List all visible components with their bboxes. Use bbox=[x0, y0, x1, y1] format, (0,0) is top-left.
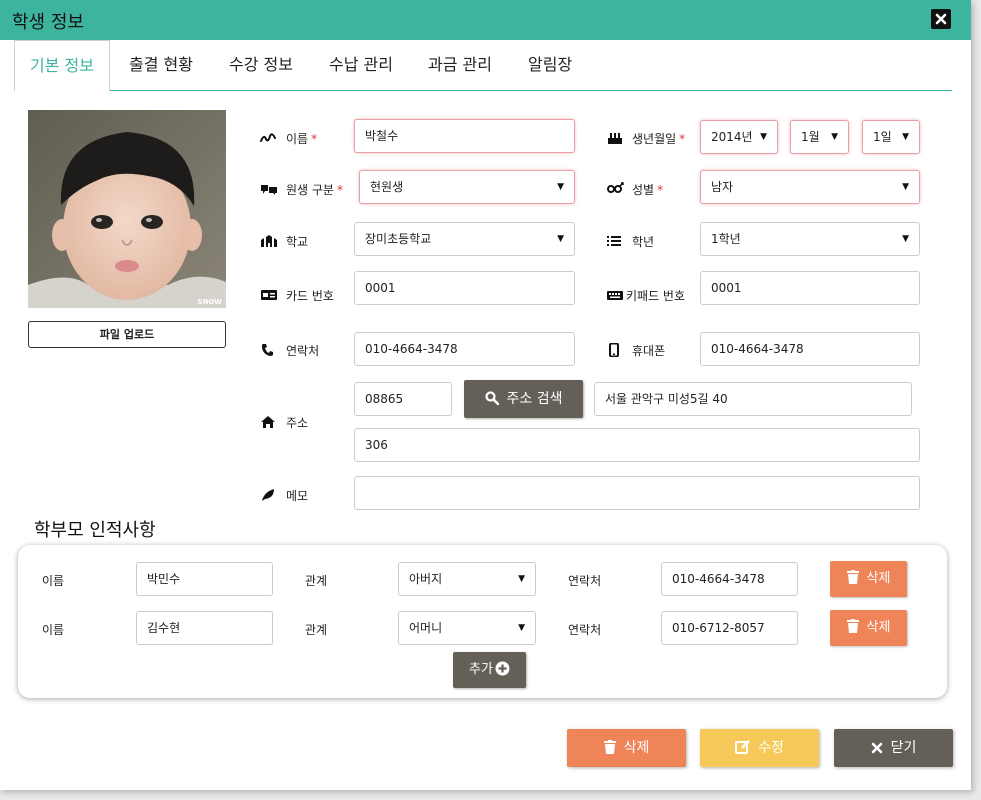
memo-label: 메모 bbox=[260, 487, 308, 504]
parent-name-input[interactable]: 박민수 bbox=[136, 562, 273, 596]
birth-year-select[interactable]: 2014년 ▼ bbox=[700, 120, 778, 154]
gender-icon bbox=[606, 182, 624, 196]
parent-name-label: 이름 bbox=[42, 574, 65, 588]
card-number-input[interactable]: 0001 bbox=[354, 271, 575, 305]
keypad-number-input[interactable]: 0001 bbox=[700, 271, 920, 305]
phone-icon bbox=[260, 343, 278, 357]
home-icon bbox=[260, 415, 278, 429]
school-select[interactable]: 장미초등학교 ▼ bbox=[354, 222, 575, 256]
grade-select[interactable]: 1학년 ▼ bbox=[700, 222, 920, 256]
birth-month-select[interactable]: 1월 ▼ bbox=[790, 120, 849, 154]
edit-button[interactable]: 수정 bbox=[700, 729, 819, 767]
title-bar: 학생 정보 bbox=[0, 0, 971, 40]
gender-select[interactable]: 남자 ▼ bbox=[700, 170, 920, 204]
address-label: 주소 bbox=[260, 414, 308, 431]
tab-notice[interactable]: 알림장 bbox=[528, 40, 572, 91]
keyboard-icon bbox=[606, 288, 624, 302]
parent-relation-select[interactable]: 아버지 ▼ bbox=[398, 562, 536, 596]
contact-input[interactable]: 010-4664-3478 bbox=[354, 332, 575, 366]
parent-contact-input[interactable]: 010-6712-8057 bbox=[661, 611, 798, 645]
dialog-title: 학생 정보 bbox=[12, 12, 84, 33]
address-search-button[interactable]: 주소 검색 bbox=[464, 380, 583, 418]
tab-basic-info[interactable]: 기본 정보 bbox=[14, 40, 110, 92]
plus-circle-icon bbox=[493, 661, 510, 677]
chevron-down-icon: ▼ bbox=[760, 132, 767, 142]
file-upload-button[interactable]: 파일 업로드 bbox=[28, 321, 226, 348]
trash-icon bbox=[846, 619, 867, 635]
school-label: 학교 bbox=[260, 233, 308, 250]
tab-attendance[interactable]: 출결 현황 bbox=[129, 40, 193, 91]
trash-icon bbox=[846, 570, 867, 586]
tab-billing[interactable]: 과금 관리 bbox=[428, 40, 492, 91]
card-number-label: 카드 번호 bbox=[260, 287, 334, 304]
parents-section-title: 학부모 인적사항 bbox=[34, 520, 156, 541]
parent-relation-label: 관계 bbox=[305, 623, 328, 637]
users-icon bbox=[260, 182, 278, 196]
add-parent-button[interactable]: 추가 bbox=[453, 652, 526, 688]
birth-day-select[interactable]: 1일 ▼ bbox=[862, 120, 920, 154]
close-icon[interactable] bbox=[931, 9, 951, 29]
leaf-icon bbox=[260, 488, 278, 502]
chevron-down-icon: ▼ bbox=[557, 182, 564, 192]
chevron-down-icon: ▼ bbox=[902, 132, 909, 142]
student-type-label: 원생 구분 * bbox=[260, 181, 343, 198]
student-type-select[interactable]: 현원생 ▼ bbox=[359, 170, 575, 204]
search-icon bbox=[484, 391, 507, 407]
parent-contact-label: 연락처 bbox=[568, 574, 602, 588]
student-photo: SNOW bbox=[28, 110, 226, 308]
signature-icon bbox=[260, 131, 278, 145]
trash-icon bbox=[603, 740, 624, 756]
mobile-input[interactable]: 010-4664-3478 bbox=[700, 332, 920, 366]
parent-contact-label: 연락처 bbox=[568, 623, 602, 637]
list-icon bbox=[606, 234, 624, 248]
keypad-number-label: 키패드 번호 bbox=[606, 287, 685, 304]
delete-button[interactable]: 삭제 bbox=[567, 729, 686, 767]
parent-delete-button[interactable]: 삭제 bbox=[830, 561, 907, 597]
tab-bar: 기본 정보 출결 현황 수강 정보 수납 관리 과금 관리 알림장 bbox=[14, 40, 952, 92]
zipcode-input[interactable]: 08865 bbox=[354, 382, 452, 416]
grade-label: 학년 bbox=[606, 233, 654, 250]
parent-relation-select[interactable]: 어머니 ▼ bbox=[398, 611, 536, 645]
parent-name-input[interactable]: 김수현 bbox=[136, 611, 273, 645]
parent-name-label: 이름 bbox=[42, 623, 65, 637]
contact-label: 연락처 bbox=[260, 342, 319, 359]
chevron-down-icon: ▼ bbox=[518, 623, 525, 633]
mobile-icon bbox=[606, 342, 624, 358]
school-icon bbox=[260, 234, 278, 248]
memo-input[interactable] bbox=[354, 476, 920, 510]
parent-contact-input[interactable]: 010-4664-3478 bbox=[661, 562, 798, 596]
address-input[interactable]: 서울 관악구 미성5길 40 bbox=[594, 382, 912, 416]
student-info-dialog: 학생 정보 기본 정보 출결 현황 수강 정보 수납 관리 과금 관리 알림장 bbox=[0, 0, 971, 790]
name-input[interactable]: 박철수 bbox=[354, 119, 575, 153]
cake-icon bbox=[606, 131, 624, 145]
close-icon bbox=[871, 740, 891, 756]
photo-watermark: SNOW bbox=[197, 298, 222, 306]
chevron-down-icon: ▼ bbox=[902, 182, 909, 192]
tab-course-info[interactable]: 수강 정보 bbox=[229, 40, 293, 91]
chevron-down-icon: ▼ bbox=[518, 574, 525, 584]
tab-payment[interactable]: 수납 관리 bbox=[329, 40, 393, 91]
address-detail-input[interactable]: 306 bbox=[354, 428, 920, 462]
name-label: 이름 * bbox=[260, 130, 317, 147]
chevron-down-icon: ▼ bbox=[557, 234, 564, 244]
parent-relation-label: 관계 bbox=[305, 574, 328, 588]
edit-icon bbox=[735, 740, 758, 756]
chevron-down-icon: ▼ bbox=[902, 234, 909, 244]
id-card-icon bbox=[260, 288, 278, 302]
close-button[interactable]: 닫기 bbox=[834, 729, 953, 767]
gender-label: 성별 * bbox=[606, 181, 663, 198]
birthdate-label: 생년월일 * bbox=[606, 130, 685, 147]
chevron-down-icon: ▼ bbox=[831, 132, 838, 142]
parent-delete-button[interactable]: 삭제 bbox=[830, 610, 907, 646]
mobile-label: 휴대폰 bbox=[606, 342, 665, 359]
